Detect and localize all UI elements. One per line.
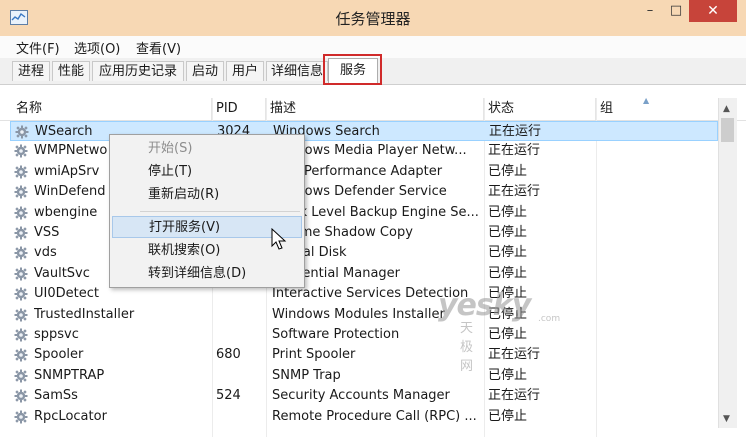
service-status: 已停止 bbox=[488, 327, 528, 342]
tab-performance[interactable]: 性能 bbox=[52, 61, 90, 81]
service-gear-icon bbox=[14, 165, 28, 179]
close-button[interactable]: ✕ bbox=[689, 0, 737, 22]
window-title: 任务管理器 bbox=[335, 10, 411, 28]
service-name: SamSs bbox=[34, 388, 78, 404]
menu-file[interactable]: 文件(F) bbox=[16, 38, 60, 57]
service-description: Security Accounts Manager bbox=[272, 388, 450, 404]
service-gear-icon bbox=[14, 185, 28, 199]
service-gear-icon bbox=[14, 348, 28, 362]
service-gear-icon bbox=[14, 287, 28, 301]
service-status: 已停止 bbox=[488, 245, 528, 261]
service-name: SNMPTRAP bbox=[34, 367, 105, 383]
service-description: Software Protection bbox=[272, 327, 400, 342]
table-row[interactable]: SamSs 524 Security Accounts Manager 正在运行 bbox=[10, 386, 718, 406]
tab-users[interactable]: 用户 bbox=[226, 61, 264, 81]
service-description: SNMP Trap bbox=[272, 367, 341, 383]
context-menu: 开始(S) 停止(T) 重新启动(R) 打开服务(V) 联机搜索(O) 转到详细… bbox=[109, 134, 305, 288]
mouse-cursor-icon bbox=[271, 228, 287, 250]
service-status: 已停止 bbox=[488, 204, 528, 220]
service-gear-icon bbox=[14, 308, 28, 322]
service-name: RpcLocator bbox=[34, 408, 107, 424]
service-gear-icon bbox=[14, 226, 28, 240]
watermark-brand: yesky bbox=[438, 288, 531, 323]
table-row[interactable]: TrustedInstaller Windows Modules Install… bbox=[10, 305, 718, 325]
service-pid: 680 bbox=[216, 347, 241, 363]
ctx-goto-details[interactable]: 转到详细信息(D) bbox=[112, 263, 302, 285]
column-group[interactable]: 组 bbox=[596, 98, 718, 120]
sort-ascending-icon: ▲ bbox=[643, 96, 650, 105]
service-name: TrustedInstaller bbox=[34, 306, 135, 322]
table-row[interactable]: SNMPTRAP SNMP Trap 已停止 bbox=[10, 366, 718, 386]
service-status: 正在运行 bbox=[488, 143, 541, 159]
service-gear-icon bbox=[14, 328, 28, 342]
tab-processes[interactable]: 进程 bbox=[12, 61, 50, 81]
ctx-stop[interactable]: 停止(T) bbox=[112, 161, 302, 183]
scroll-up-icon[interactable]: ▲ bbox=[723, 104, 730, 114]
service-pid: 524 bbox=[216, 388, 241, 404]
watermark-domain: .com bbox=[538, 314, 561, 324]
service-gear-icon bbox=[14, 389, 28, 403]
tab-startup[interactable]: 启动 bbox=[186, 61, 224, 81]
tab-app-history[interactable]: 应用历史记录 bbox=[92, 61, 184, 81]
service-name: sppsvc bbox=[34, 327, 79, 342]
table-row[interactable]: sppsvc Software Protection 已停止 bbox=[10, 325, 718, 345]
service-description: Print Spooler bbox=[272, 347, 356, 363]
title-bar: 任务管理器 – □ ✕ bbox=[0, 0, 746, 36]
service-gear-icon bbox=[14, 410, 28, 424]
service-gear-icon bbox=[14, 267, 28, 281]
service-status: 已停止 bbox=[488, 225, 528, 240]
table-row[interactable]: RpcLocator Remote Procedure Call (RPC) .… bbox=[10, 407, 718, 427]
ctx-restart[interactable]: 重新启动(R) bbox=[112, 184, 302, 206]
column-pid[interactable]: PID bbox=[212, 98, 266, 120]
service-gear-icon bbox=[14, 206, 28, 220]
service-gear-icon bbox=[14, 369, 28, 383]
service-status: 正在运行 bbox=[488, 184, 541, 200]
menu-view[interactable]: 查看(V) bbox=[136, 38, 181, 57]
services-tab-highlight bbox=[323, 54, 382, 85]
minimize-button[interactable]: – bbox=[637, 0, 663, 22]
service-status: 正在运行 bbox=[488, 388, 541, 404]
service-name: Spooler bbox=[34, 347, 84, 363]
service-description: Remote Procedure Call (RPC) ... bbox=[272, 408, 477, 424]
menu-options[interactable]: 选项(O) bbox=[74, 38, 120, 57]
column-name[interactable]: 名称 bbox=[12, 98, 212, 120]
watermark-cn: 天极网 bbox=[460, 321, 474, 374]
service-gear-icon bbox=[15, 125, 29, 139]
header-spacer bbox=[0, 85, 746, 98]
maximize-button[interactable]: □ bbox=[663, 0, 689, 22]
ctx-start[interactable]: 开始(S) bbox=[112, 138, 302, 160]
service-gear-icon bbox=[14, 144, 28, 158]
ctx-separator bbox=[140, 211, 300, 212]
service-status: 已停止 bbox=[488, 265, 528, 281]
service-gear-icon bbox=[14, 246, 28, 260]
scroll-thumb[interactable] bbox=[721, 118, 734, 142]
scroll-down-icon[interactable]: ▼ bbox=[723, 414, 730, 424]
service-status: 已停止 bbox=[488, 408, 528, 424]
vertical-scrollbar[interactable]: ▲ ▼ bbox=[718, 98, 737, 428]
column-description[interactable]: 描述 bbox=[266, 98, 484, 120]
tab-details[interactable]: 详细信息 bbox=[266, 61, 328, 81]
service-status: 正在运行 bbox=[488, 347, 541, 363]
service-status: 正在运行 bbox=[489, 124, 542, 139]
service-status: 已停止 bbox=[488, 163, 528, 179]
table-row[interactable]: Spooler 680 Print Spooler 正在运行 bbox=[10, 345, 718, 365]
service-status: 已停止 bbox=[488, 367, 528, 383]
column-header-row: 名称 PID 描述 状态 组 ▲ bbox=[0, 96, 746, 121]
column-status[interactable]: 状态 bbox=[484, 98, 596, 120]
